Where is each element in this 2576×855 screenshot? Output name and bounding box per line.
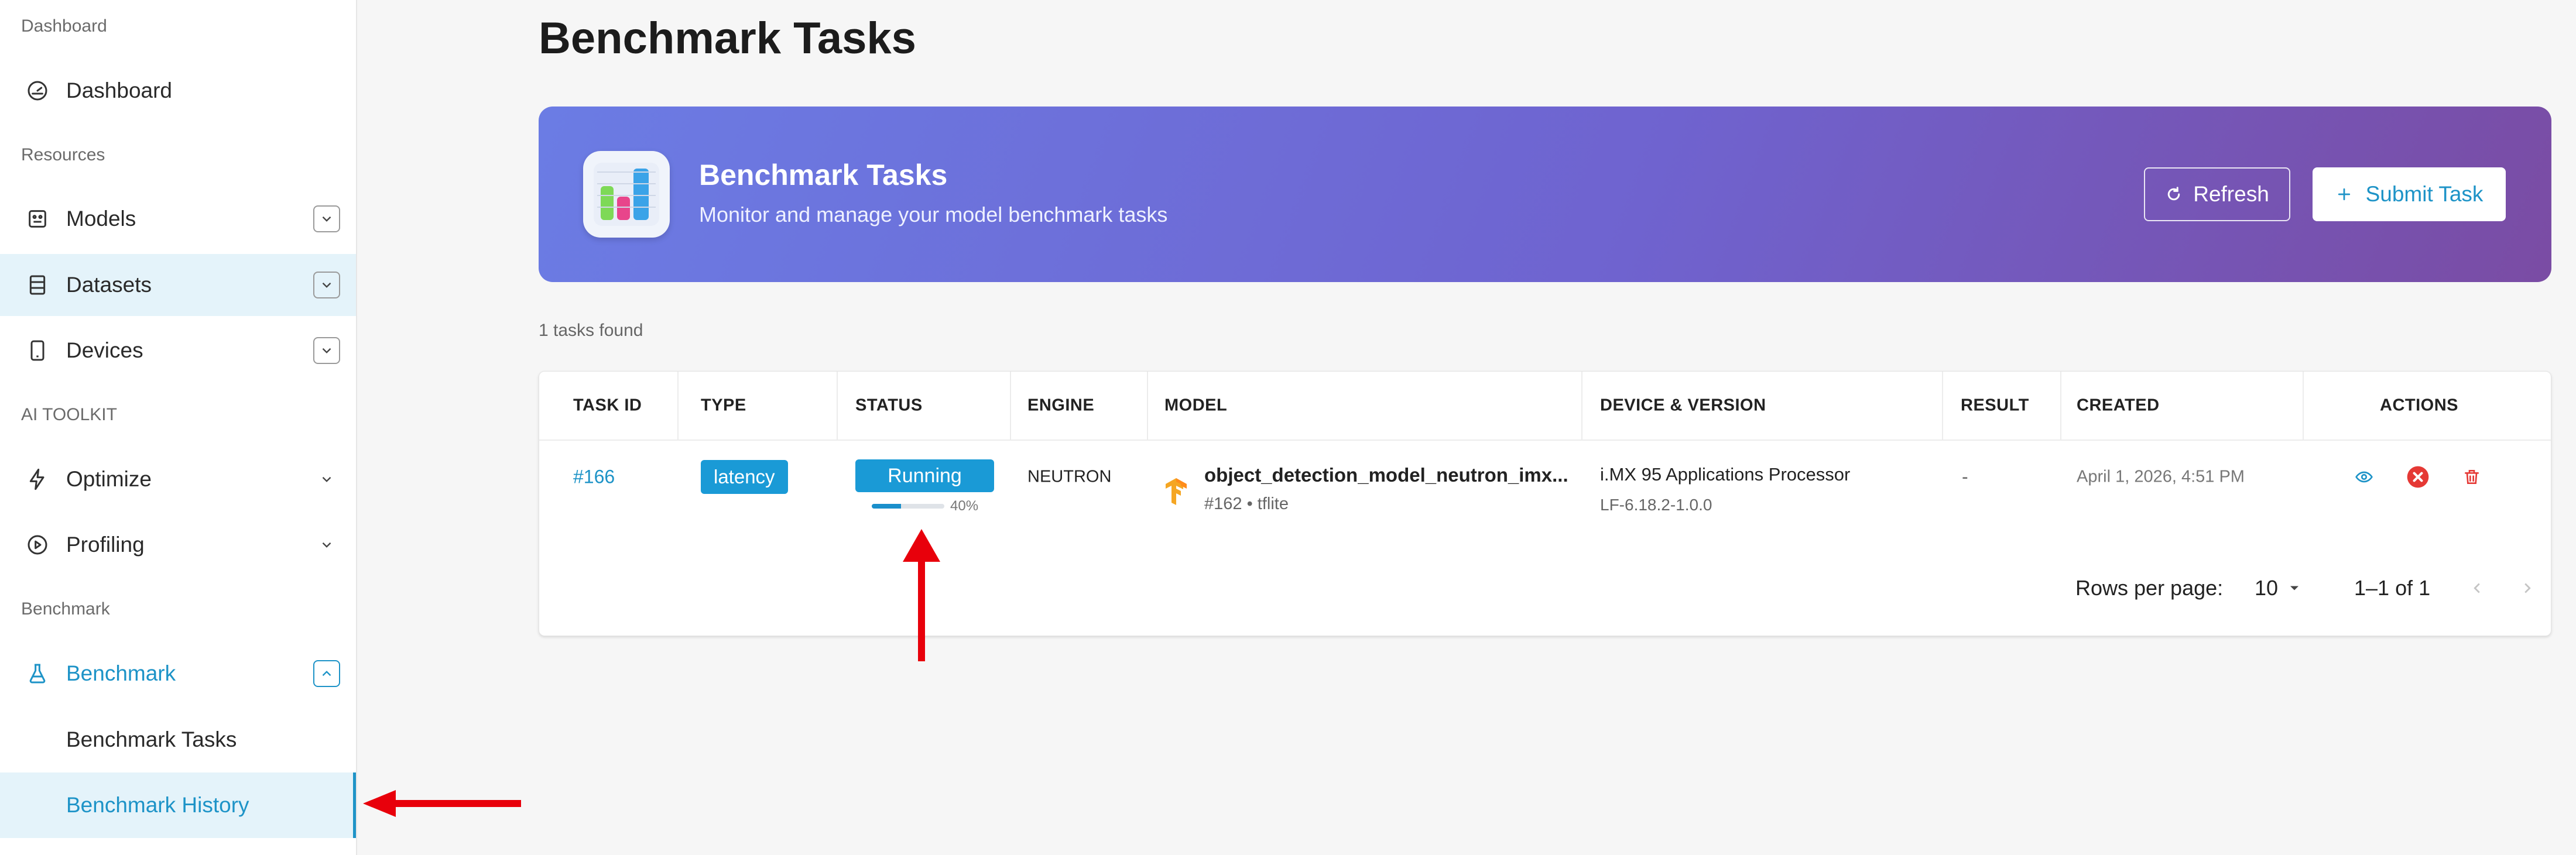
col-result: RESULT: [1961, 396, 2029, 415]
model-name[interactable]: object_detection_model_neutron_imx...: [1204, 464, 1579, 486]
robot-icon: [25, 206, 50, 232]
sidebar-item-label: Models: [66, 207, 136, 231]
sidebar-item-benchmark[interactable]: Benchmark: [0, 643, 356, 705]
flask-icon: [25, 661, 50, 686]
col-model: MODEL: [1164, 396, 1228, 415]
annotation-arrow-up: [903, 529, 940, 661]
sidebar-item-label: Benchmark Tasks: [66, 727, 237, 751]
expand-toggle-models[interactable]: [313, 205, 340, 232]
hero-title: Benchmark Tasks: [699, 159, 948, 191]
result-cell: -: [1962, 466, 1968, 487]
col-engine: ENGINE: [1027, 396, 1095, 415]
progress-fill: [872, 504, 901, 509]
tasks-table: TASK ID TYPE STATUS ENGINE MODEL DEVICE …: [539, 371, 2551, 636]
cancel-circle-icon: [2407, 466, 2429, 488]
sidebar-item-label: Profiling: [66, 533, 145, 557]
rows-per-page-select[interactable]: 10: [2255, 576, 2303, 600]
next-page-button[interactable]: [2515, 575, 2540, 601]
tasks-count: 1 tasks found: [539, 321, 643, 340]
submit-task-label: Submit Task: [2365, 182, 2483, 206]
task-id-link[interactable]: #166: [573, 466, 615, 488]
section-label-dashboard: Dashboard: [21, 16, 107, 36]
chevron-down-icon[interactable]: [315, 468, 338, 491]
section-label-resources: Resources: [21, 145, 105, 164]
chevron-down-icon[interactable]: [315, 533, 338, 557]
device-name: i.MX 95 Applications Processor: [1600, 464, 1851, 485]
rows-per-page-label: Rows per page:: [2075, 576, 2224, 600]
rows-per-page-value: 10: [2255, 576, 2279, 600]
sidebar-item-label: Dashboard: [66, 78, 173, 102]
sidebar-item-dashboard[interactable]: Dashboard: [0, 60, 356, 122]
sidebar-subitem-benchmark-history[interactable]: Benchmark History: [0, 772, 356, 838]
phone-icon: [25, 338, 50, 363]
table-header: TASK ID TYPE STATUS ENGINE MODEL DEVICE …: [539, 372, 2551, 441]
chevron-right-icon: [2524, 583, 2531, 593]
sidebar-item-profiling[interactable]: Profiling: [0, 514, 356, 576]
model-meta: #162 • tflite: [1204, 495, 1289, 513]
progress-bar: [872, 504, 944, 509]
sidebar-item-label: Datasets: [66, 273, 152, 297]
chevron-up-icon: [322, 671, 331, 677]
caret-down-icon: [2290, 586, 2299, 590]
view-button[interactable]: [2351, 463, 2378, 490]
section-label-ai-toolkit: AI TOOLKIT: [21, 405, 117, 424]
type-badge: latency: [701, 460, 788, 494]
page-title: Benchmark Tasks: [539, 13, 916, 63]
sidebar-item-label: Benchmark History: [66, 793, 249, 817]
expand-toggle-devices[interactable]: [313, 337, 340, 364]
play-circle-icon: [25, 532, 50, 558]
col-created: CREATED: [2077, 396, 2160, 415]
created-cell: April 1, 2026, 4:51 PM: [2077, 467, 2245, 486]
sidebar-item-models[interactable]: Models: [0, 188, 356, 250]
lightning-icon: [25, 466, 50, 492]
device-version: LF-6.18.2-1.0.0: [1600, 496, 1712, 514]
section-label-benchmark: Benchmark: [21, 599, 110, 619]
database-icon: [25, 272, 50, 298]
cancel-task-button[interactable]: [2404, 463, 2431, 490]
sidebar-item-label: Benchmark: [66, 661, 176, 685]
sidebar-item-datasets[interactable]: Datasets: [0, 254, 356, 316]
engine-cell: NEUTRON: [1027, 467, 1112, 486]
status-cell: Running 40%: [855, 459, 996, 514]
annotation-arrow-left: [363, 790, 521, 817]
sidebar-item-label: Optimize: [66, 467, 152, 491]
refresh-label: Refresh: [2193, 182, 2269, 206]
page-range: 1–1 of 1: [2354, 576, 2431, 600]
sidebar-subitem-benchmark-tasks[interactable]: Benchmark Tasks: [0, 707, 356, 772]
col-status: STATUS: [855, 396, 923, 415]
refresh-button[interactable]: Refresh: [2144, 167, 2290, 221]
col-actions: ACTIONS: [2380, 396, 2458, 415]
hero-subtitle: Monitor and manage your model benchmark …: [699, 202, 1168, 226]
col-device: DEVICE & VERSION: [1600, 396, 1766, 415]
prev-page-button[interactable]: [2464, 575, 2490, 601]
gauge-icon: [25, 78, 50, 104]
plus-icon: [2338, 188, 2350, 201]
chevron-down-icon: [322, 348, 331, 353]
delete-button[interactable]: [2458, 463, 2485, 490]
table-row[interactable]: #166 latency Running 40% NEUTRON object_…: [539, 442, 2551, 514]
tensorflow-icon: [1161, 476, 1191, 506]
pagination: Rows per page: 10 1–1 of 1: [539, 559, 2551, 617]
chevron-left-icon: [2474, 583, 2480, 593]
hero-banner: Benchmark Tasks Monitor and manage your …: [539, 107, 2551, 282]
collapse-toggle-benchmark[interactable]: [313, 660, 340, 687]
submit-task-button[interactable]: Submit Task: [2313, 167, 2506, 221]
progress-percent: 40%: [950, 498, 979, 514]
sidebar-item-optimize[interactable]: Optimize: [0, 448, 356, 510]
sidebar-item-devices[interactable]: Devices: [0, 320, 356, 382]
expand-toggle-datasets[interactable]: [313, 272, 340, 298]
bar-chart-icon: [583, 151, 670, 238]
eye-icon: [2355, 471, 2373, 483]
col-type: TYPE: [701, 396, 746, 415]
sidebar: Dashboard Dashboard Resources Models Dat…: [0, 0, 357, 855]
status-badge: Running: [855, 459, 994, 492]
chevron-down-icon: [322, 216, 331, 222]
chevron-down-icon: [322, 282, 331, 288]
trash-icon: [2465, 470, 2479, 484]
sidebar-item-label: Devices: [66, 338, 143, 362]
refresh-icon: [2168, 187, 2180, 201]
col-task-id: TASK ID: [573, 396, 642, 415]
